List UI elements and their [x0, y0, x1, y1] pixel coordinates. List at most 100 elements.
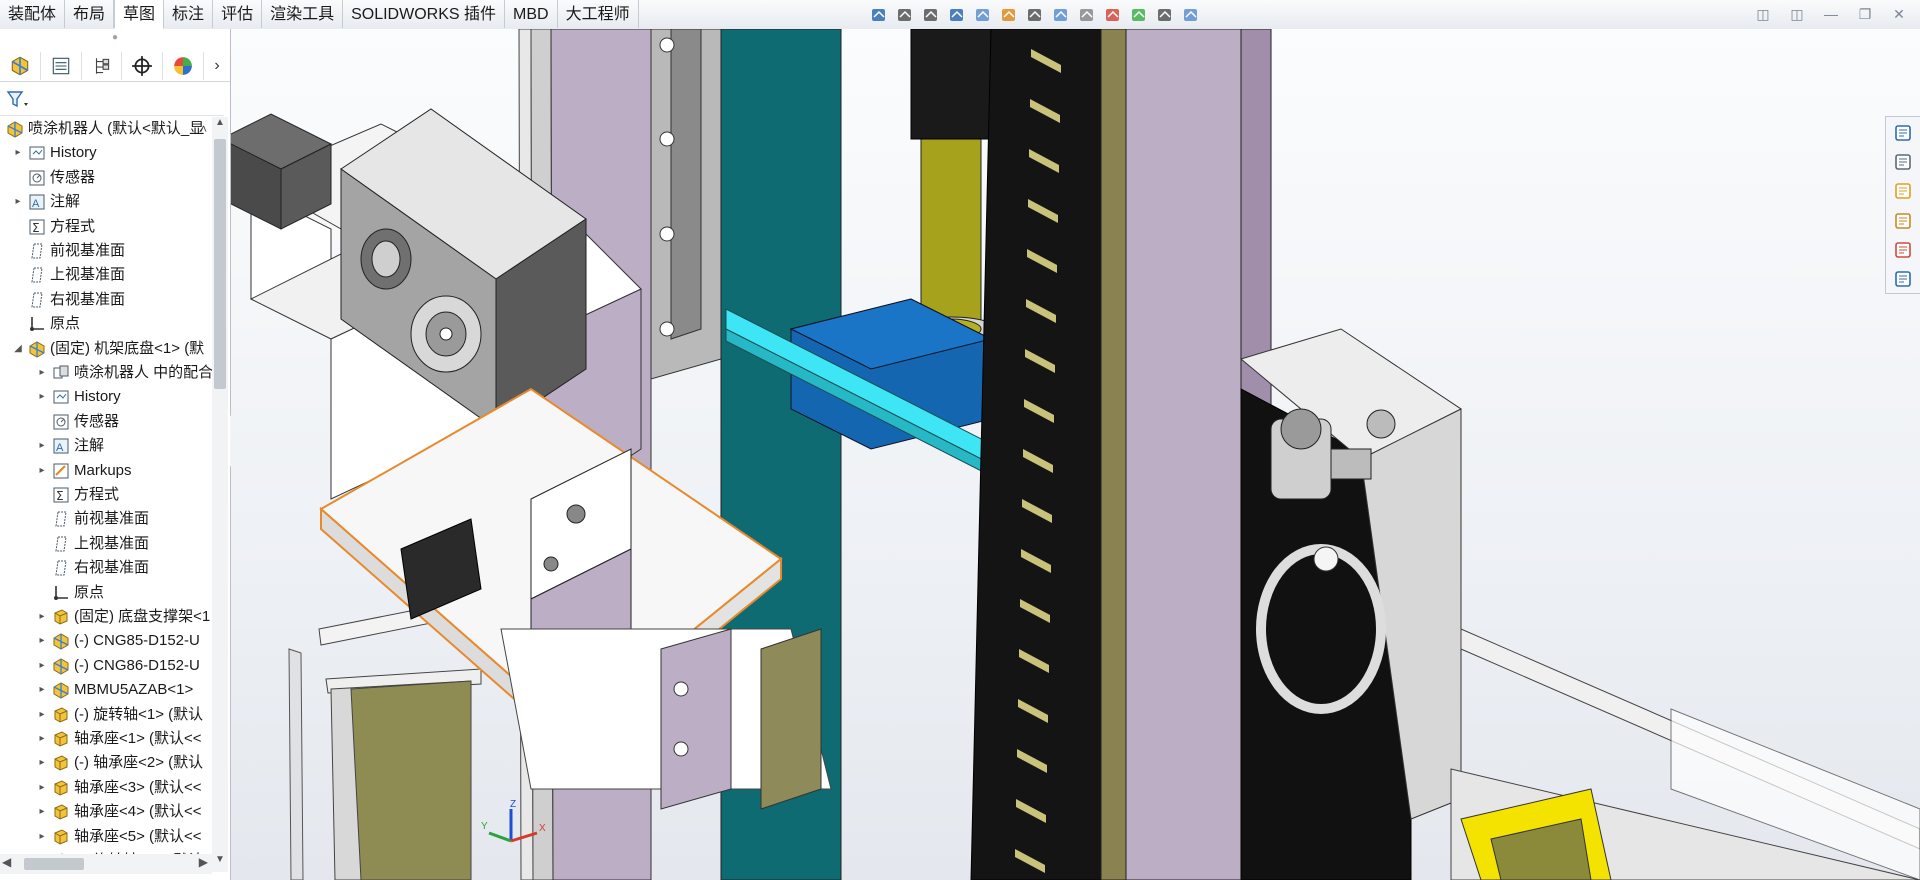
- tree-node[interactable]: ◢ (固定) 机架底盘<1> (默: [0, 337, 212, 361]
- tree-node[interactable]: ▸ History: [0, 141, 212, 165]
- tree-horizontal-scrollbar[interactable]: ◀ ▶: [0, 854, 212, 874]
- tree-node[interactable]: ▸ (固定) 底盘支撑架<1: [0, 605, 212, 629]
- filter-icon[interactable]: [6, 90, 30, 110]
- collapsed-arrow-icon[interactable]: ▸: [36, 727, 48, 751]
- tree-node[interactable]: ▸ 轴承座<4> (默认<<: [0, 800, 212, 824]
- dynamic-annotation-icon[interactable]: [998, 4, 1020, 26]
- tree-node[interactable]: ▸ (-) CNG86-D152-U: [0, 654, 212, 678]
- scroll-thumb[interactable]: [214, 139, 226, 389]
- collapsed-arrow-icon[interactable]: ▸: [36, 654, 48, 678]
- zoom-to-fit-icon[interactable]: [894, 4, 916, 26]
- tree-node[interactable]: ▸ Markups: [0, 459, 212, 483]
- more-tabs-arrow-icon[interactable]: ›: [204, 52, 230, 80]
- tree-vertical-scrollbar[interactable]: ▲ ▼: [212, 117, 228, 872]
- scroll-up-arrow-icon[interactable]: ▲: [212, 117, 228, 135]
- scroll-right-arrow-icon[interactable]: ▶: [199, 855, 208, 869]
- tree-node[interactable]: Σ 方程式: [0, 215, 212, 239]
- collapsed-arrow-icon[interactable]: ▸: [36, 385, 48, 409]
- tree-node[interactable]: Σ 方程式: [0, 483, 212, 507]
- collapsed-arrow-icon[interactable]: ▸: [36, 800, 48, 824]
- command-tab[interactable]: MBD: [505, 0, 558, 28]
- view-palette-icon[interactable]: [1889, 207, 1917, 234]
- collapse-arrow-icon[interactable]: ˄: [200, 117, 207, 141]
- tree-node[interactable]: 右视基准面: [0, 288, 212, 312]
- tree-node[interactable]: 上视基准面: [0, 263, 212, 287]
- collapsed-arrow-icon[interactable]: ▸: [36, 776, 48, 800]
- restore-icon[interactable]: ❐: [1854, 4, 1876, 24]
- home-icon[interactable]: [1889, 119, 1917, 146]
- dimxpert-tab[interactable]: [122, 52, 164, 80]
- featuremanager-tab[interactable]: [0, 52, 41, 80]
- close-icon[interactable]: ✕: [1888, 4, 1910, 24]
- tree-node[interactable]: ▸ 喷涂机器人 中的配合: [0, 361, 212, 385]
- collapsed-arrow-icon[interactable]: ▸: [36, 459, 48, 483]
- tree-node[interactable]: ▸ MBMU5AZAB<1>: [0, 678, 212, 702]
- collapsed-arrow-icon[interactable]: ▸: [36, 678, 48, 702]
- tree-node[interactable]: ▸ 轴承座<1> (默认<<: [0, 727, 212, 751]
- tree-node[interactable]: 原点: [0, 312, 212, 336]
- zoom-area-icon[interactable]: [920, 4, 942, 26]
- displaymanager-tab[interactable]: [163, 52, 205, 80]
- tree-node[interactable]: ▸ 轴承座<5> (默认<<: [0, 825, 212, 849]
- tree-node[interactable]: 前视基准面: [0, 507, 212, 531]
- collapsed-arrow-icon[interactable]: ▸: [12, 190, 24, 214]
- propertymanager-tab[interactable]: [41, 52, 82, 80]
- tree-node[interactable]: 传感器: [0, 166, 212, 190]
- minimize-icon[interactable]: —: [1820, 4, 1842, 24]
- graphics-viewport[interactable]: Z Y X: [231, 29, 1920, 880]
- collapsed-arrow-icon[interactable]: ▸: [36, 605, 48, 629]
- apply-scene-icon[interactable]: [1128, 4, 1150, 26]
- collapsed-arrow-icon[interactable]: ▸: [36, 629, 48, 653]
- file-explorer-icon[interactable]: [1889, 178, 1917, 205]
- tree-node[interactable]: 原点: [0, 581, 212, 605]
- parts-library-icon[interactable]: [1889, 148, 1917, 175]
- tree-node[interactable]: ▸ (-) 轴承座<2> (默认: [0, 751, 212, 775]
- tree-node[interactable]: ▸ (-) CNG85-D152-U: [0, 629, 212, 653]
- tree-node[interactable]: 喷涂机器人 (默认<默认_显 ˄: [0, 117, 212, 141]
- collapsed-arrow-icon[interactable]: ▸: [36, 825, 48, 849]
- edit-appearance-icon[interactable]: [1102, 4, 1124, 26]
- custom-properties-icon[interactable]: [1889, 266, 1917, 293]
- tree-node[interactable]: 右视基准面: [0, 556, 212, 580]
- command-tab[interactable]: 草图: [114, 0, 165, 29]
- command-tab[interactable]: 渲染工具: [262, 0, 344, 28]
- view-orientation-icon[interactable]: [868, 4, 890, 26]
- configurationmanager-tab[interactable]: [82, 52, 123, 80]
- display-style-icon[interactable]: [1050, 4, 1072, 26]
- tile-right-icon[interactable]: ◫: [1786, 4, 1808, 24]
- tile-left-icon[interactable]: ◫: [1752, 4, 1774, 24]
- tree-filter-row[interactable]: [0, 85, 224, 116]
- command-tab[interactable]: 大工程师: [558, 0, 639, 28]
- tree-node[interactable]: ▸ 轴承座<3> (默认<<: [0, 776, 212, 800]
- command-tab[interactable]: 布局: [65, 0, 115, 28]
- view-setting-icon[interactable]: [1154, 4, 1176, 26]
- expanded-arrow-icon[interactable]: ◢: [12, 337, 24, 361]
- tree-node[interactable]: ▸ A 注解: [0, 434, 212, 458]
- tree-node[interactable]: 上视基准面: [0, 532, 212, 556]
- collapsed-arrow-icon[interactable]: ▸: [36, 361, 48, 385]
- command-tab[interactable]: SOLIDWORKS 插件: [343, 0, 506, 28]
- section-view-icon[interactable]: [972, 4, 994, 26]
- assembly-model-render[interactable]: [231, 29, 1920, 880]
- scroll-down-arrow-icon[interactable]: ▼: [212, 854, 228, 872]
- view-settings-icon[interactable]: [1024, 4, 1046, 26]
- command-tab[interactable]: 标注: [164, 0, 214, 28]
- command-tab[interactable]: 评估: [213, 0, 263, 28]
- panel-splitter-grip[interactable]: ●: [108, 33, 122, 43]
- appearances-icon[interactable]: [1889, 236, 1917, 263]
- tree-node[interactable]: ▸ (-) 旋转轴<1> (默认: [0, 703, 212, 727]
- tree-node[interactable]: 前视基准面: [0, 239, 212, 263]
- display-pane-icon[interactable]: [1180, 4, 1202, 26]
- previous-view-icon[interactable]: [946, 4, 968, 26]
- hide-show-icon[interactable]: [1076, 4, 1098, 26]
- tree-node[interactable]: ▸ History: [0, 385, 212, 409]
- collapsed-arrow-icon[interactable]: ▸: [36, 434, 48, 458]
- command-tab[interactable]: 装配体: [0, 0, 66, 28]
- scroll-thumb-horizontal[interactable]: [24, 858, 84, 870]
- collapsed-arrow-icon[interactable]: ▸: [36, 751, 48, 775]
- scroll-left-arrow-icon[interactable]: ◀: [2, 855, 11, 869]
- tree-node[interactable]: 传感器: [0, 410, 212, 434]
- tree-node[interactable]: ▸ A 注解: [0, 190, 212, 214]
- collapsed-arrow-icon[interactable]: ▸: [12, 141, 24, 165]
- collapsed-arrow-icon[interactable]: ▸: [36, 703, 48, 727]
